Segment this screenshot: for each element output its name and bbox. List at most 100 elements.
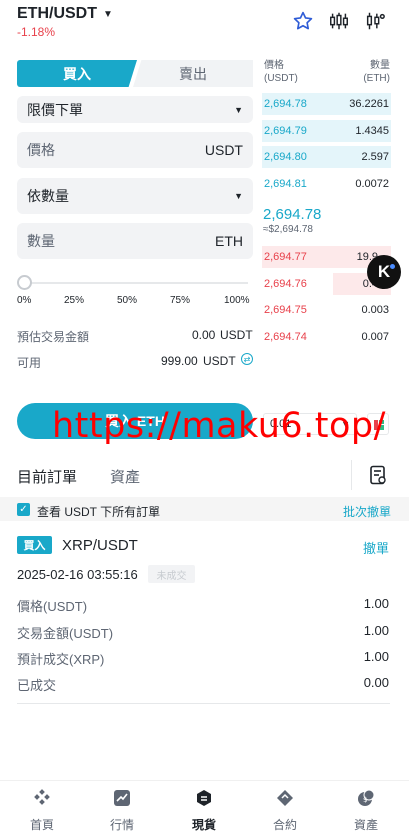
bid-row[interactable]: 2,694.78 36.2261 (262, 93, 391, 115)
price-header-unit: (USDT) (264, 73, 298, 84)
caret-down-icon: ▼ (103, 8, 113, 20)
price-placeholder: 價格 (27, 142, 55, 158)
available-value: 999.00 (161, 354, 198, 368)
bid-price: 2,694.80 (264, 151, 307, 163)
tab-buy[interactable]: 買入 (17, 60, 137, 87)
assets-icon: $ (358, 789, 375, 806)
nav-assets[interactable]: $ 資產 (336, 789, 396, 833)
orderbook-qty-header: 數量 (ETH) (363, 59, 390, 85)
watermark-url: https://maku6.top/ (52, 406, 386, 446)
estimated-amount-unit: USDT (220, 328, 253, 342)
quantity-mode-select[interactable]: 依數量 ▼ (17, 178, 253, 214)
chart-settings-icon[interactable] (364, 10, 386, 32)
quantity-mode-value: 依數量 (27, 188, 69, 204)
percent-slider[interactable] (24, 282, 248, 284)
nav-home[interactable]: 首頁 (12, 789, 72, 833)
percent-25[interactable]: 25% (64, 295, 84, 306)
order-filled-value: 0.00 (363, 675, 389, 690)
order-divider (17, 703, 390, 704)
ask-row[interactable]: 2,694.75 0.003 (262, 299, 391, 321)
buy-sell-tabs: 買入 賣出 (17, 60, 253, 87)
percent-50[interactable]: 50% (117, 295, 137, 306)
percent-0[interactable]: 0% (17, 295, 31, 306)
header: ETH/USDT ▼ -1.18% (0, 0, 409, 44)
tab-current-orders[interactable]: 目前訂單 (17, 466, 77, 487)
bid-row[interactable]: 2,694.81 0.0072 (262, 173, 391, 195)
order-time: 2025-02-16 03:55:16 (17, 567, 138, 582)
order-symbol: XRP/USDT (62, 537, 138, 554)
bid-row[interactable]: 2,694.80 2.597 (262, 146, 391, 168)
estimated-amount-label: 預估交易金額 (17, 330, 90, 344)
nav-spot[interactable]: 現貨 (174, 789, 234, 833)
slider-thumb[interactable] (17, 275, 32, 290)
orderbook-price-header: 價格 (USDT) (264, 59, 298, 85)
ask-price: 2,694.75 (264, 304, 307, 316)
order-history-icon[interactable] (369, 465, 387, 485)
quantity-placeholder: 數量 (27, 233, 55, 249)
order-type-value: 限價下單 (27, 101, 83, 118)
pair-name: ETH/USDT (17, 5, 97, 22)
star-icon[interactable] (292, 10, 314, 32)
tab-assets[interactable]: 資產 (110, 466, 140, 487)
order-filled-label: 已成交 (17, 678, 57, 693)
nav-market-label: 行情 (109, 818, 134, 832)
order-type-select[interactable]: 限價下單 ▼ (17, 96, 253, 123)
estimated-amount-value: 0.00 (192, 328, 216, 342)
batch-cancel-button[interactable]: 批次撤單 (343, 503, 391, 520)
order-expected-label: 預計成交(XRP) (17, 652, 105, 667)
filter-label[interactable]: 查看 USDT 下所有訂單 (37, 503, 160, 520)
price-header-label: 價格 (264, 60, 284, 71)
bid-price: 2,694.78 (264, 98, 307, 110)
order-status-badge: 未成交 (148, 565, 195, 583)
qty-header-label: 數量 (370, 60, 390, 71)
dropdown-icon: ▼ (234, 191, 243, 201)
tab-sell[interactable]: 賣出 (133, 60, 253, 87)
nav-futures[interactable]: 合約 (255, 789, 315, 833)
bid-row[interactable]: 2,694.79 1.4345 (262, 119, 391, 142)
market-icon (114, 790, 130, 806)
cancel-order-button[interactable]: 撤單 (363, 538, 389, 557)
candlestick-chart-icon[interactable] (328, 10, 350, 32)
bottom-nav: 首頁 行情 現貨 合約 $ 資產 (0, 780, 409, 836)
filter-checkbox[interactable]: ✓ (17, 503, 30, 516)
last-price-fiat: ≈$2,694.78 (263, 224, 313, 235)
order-amount-label: 交易金額(USDT) (17, 626, 114, 641)
nav-market[interactable]: 行情 (92, 789, 152, 833)
qty-header-unit: (ETH) (363, 73, 390, 84)
spot-icon (197, 790, 211, 806)
bid-price: 2,694.81 (264, 177, 307, 190)
percent-75[interactable]: 75% (170, 295, 190, 306)
divider (351, 460, 352, 490)
nav-home-label: 首頁 (29, 818, 54, 832)
futures-icon (277, 790, 293, 806)
transfer-icon[interactable]: ⇄ (241, 353, 253, 365)
ask-price: 2,694.77 (264, 251, 307, 263)
percent-100[interactable]: 100% (224, 295, 250, 306)
order-price-label: 價格(USDT) (17, 599, 88, 614)
notification-dot (390, 264, 395, 269)
bid-quantity: 36.2261 (349, 98, 389, 110)
price-change: -1.18% (17, 25, 56, 39)
floating-app-button[interactable]: K (367, 255, 401, 289)
ask-quantity: 0.003 (361, 304, 389, 316)
price-input[interactable]: 價格 USDT (17, 132, 253, 168)
quantity-input[interactable]: 數量 ETH (17, 223, 253, 259)
last-price: 2,694.78 (263, 206, 322, 223)
order-price-value: 1.00 (363, 596, 389, 611)
bid-price: 2,694.79 (264, 124, 307, 137)
ask-price: 2,694.76 (264, 277, 307, 290)
price-unit: USDT (204, 142, 243, 158)
order-amount-value: 1.00 (363, 623, 389, 638)
quantity-unit: ETH (215, 233, 243, 249)
bid-quantity: 2.597 (361, 151, 389, 163)
pair-selector[interactable]: ETH/USDT ▼ (17, 5, 113, 23)
available-unit: USDT (203, 354, 236, 368)
nav-assets-label: 資產 (353, 818, 378, 832)
bid-quantity: 1.4345 (355, 124, 389, 137)
order-side-badge: 買入 (17, 536, 52, 554)
available-label: 可用 (17, 356, 42, 370)
nav-spot-label: 現貨 (191, 818, 216, 832)
ask-price: 2,694.74 (264, 330, 307, 343)
bid-quantity: 0.0072 (355, 177, 389, 190)
ask-row[interactable]: 2,694.74 0.007 (262, 326, 391, 348)
